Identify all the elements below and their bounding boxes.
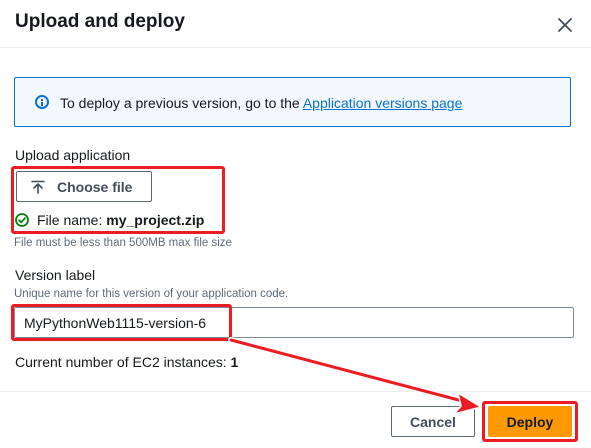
info-alert: To deploy a previous version, go to the … xyxy=(14,77,571,127)
info-message: To deploy a previous version, go to the xyxy=(60,95,300,111)
close-icon xyxy=(558,18,572,32)
annotation-highlight-version xyxy=(11,304,232,341)
annotation-highlight-upload xyxy=(11,166,225,234)
application-versions-link[interactable]: Application versions page xyxy=(303,95,463,111)
ec2-instances-info: Current number of EC2 instances: 1 xyxy=(15,354,238,370)
upload-application-label: Upload application xyxy=(15,147,131,163)
close-button[interactable] xyxy=(553,13,577,37)
footer-divider xyxy=(0,391,591,392)
header-divider xyxy=(0,47,591,48)
ec2-instances-count: 1 xyxy=(230,354,239,370)
info-icon xyxy=(35,95,49,109)
version-hint: Unique name for this version of your app… xyxy=(14,288,289,300)
cancel-button[interactable]: Cancel xyxy=(391,406,475,437)
version-label: Version label xyxy=(15,267,96,283)
dialog-title: Upload and deploy xyxy=(15,11,185,32)
upload-hint: File must be less than 500MB max file si… xyxy=(14,237,232,249)
info-text: To deploy a previous version, go to the … xyxy=(60,95,462,111)
annotation-highlight-deploy xyxy=(482,401,578,442)
ec2-instances-label: Current number of EC2 instances: xyxy=(15,354,227,370)
